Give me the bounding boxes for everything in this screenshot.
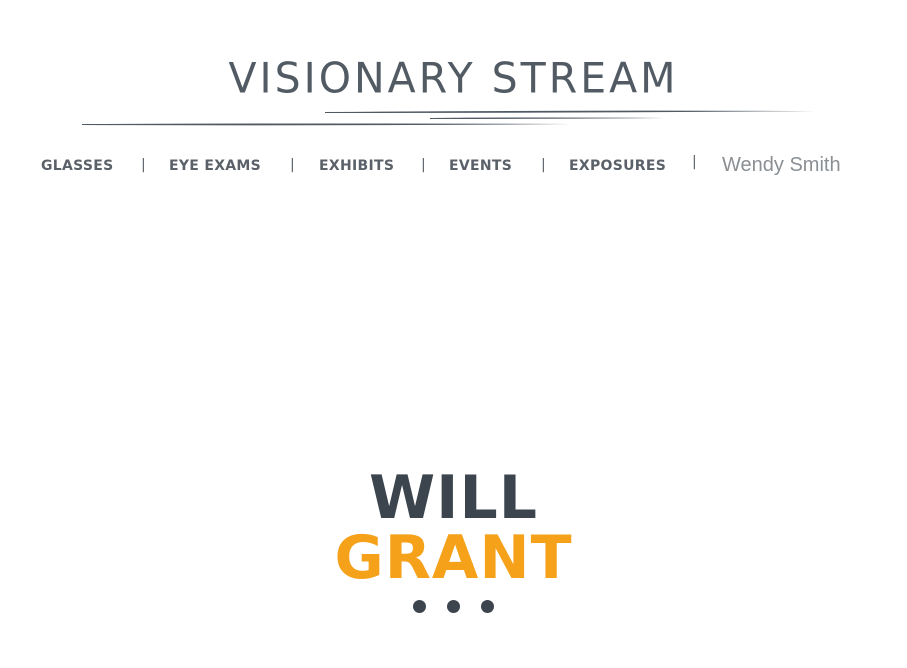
nav-separator: |	[141, 157, 146, 173]
dot-icon	[481, 600, 495, 613]
nav-item-eye-exams[interactable]: EYE EXAMS	[169, 158, 261, 174]
nav-item-events[interactable]: EVENTS	[449, 158, 512, 174]
site-logo[interactable]: VISIONARY STREAM	[0, 54, 907, 103]
nav-separator: |	[421, 157, 426, 173]
nav-separator: |	[290, 157, 295, 173]
nav-item-exposures[interactable]: EXPOSURES	[569, 158, 666, 174]
logo-swoosh-decoration	[82, 110, 815, 126]
dot-icon	[447, 600, 460, 613]
nav-item-glasses[interactable]: GLASSES	[41, 158, 114, 174]
hero-last-name: GRANT	[334, 523, 573, 593]
dot-icon	[412, 600, 426, 613]
hero-first-name: WILL	[369, 463, 538, 533]
user-account-link[interactable]: Wendy Smith	[722, 154, 841, 177]
main-nav: GLASSES | EYE EXAMS | EXHIBITS | EVENTS …	[0, 154, 907, 177]
nav-item-exhibits[interactable]: EXHIBITS	[319, 158, 394, 174]
nav-separator: |	[541, 157, 546, 173]
nav-separator: |	[692, 154, 697, 170]
ellipsis-icon[interactable]	[0, 598, 907, 613]
hero-name: WILL GRANT	[0, 468, 907, 588]
